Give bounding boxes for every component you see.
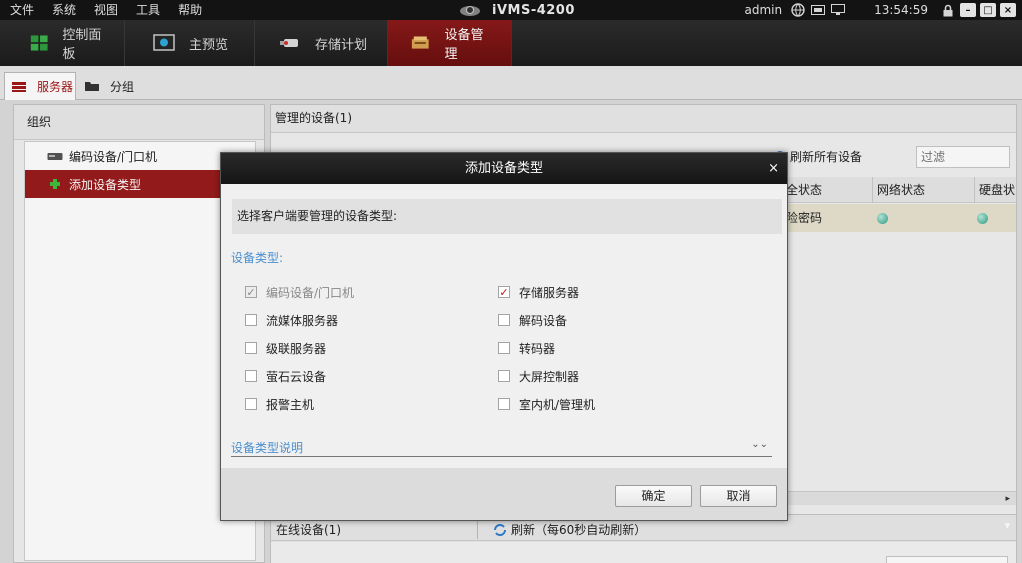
checkbox-checked[interactable]: ✓ xyxy=(498,286,510,298)
option-label: 流媒体服务器 xyxy=(266,313,339,328)
device-type-section-title: 设备类型: xyxy=(231,251,284,265)
checkbox[interactable] xyxy=(245,342,257,354)
checkbox[interactable] xyxy=(498,370,510,382)
option-label: 编码设备/门口机 xyxy=(266,285,355,300)
option-video-wall-controller[interactable]: 大屏控制器 xyxy=(498,368,579,384)
option-streaming-server[interactable]: 流媒体服务器 xyxy=(245,312,338,328)
checkbox[interactable] xyxy=(245,314,257,326)
checkbox[interactable] xyxy=(498,342,510,354)
option-cascade-server[interactable]: 级联服务器 xyxy=(245,340,326,356)
dialog-title: 添加设备类型 xyxy=(464,161,543,176)
option-decoding-device[interactable]: 解码设备 xyxy=(498,312,567,328)
cancel-button[interactable]: 取消 xyxy=(700,485,777,507)
option-label: 室内机/管理机 xyxy=(519,397,596,412)
checkbox[interactable] xyxy=(498,398,510,410)
option-encoding-device[interactable]: ✓ 编码设备/门口机 xyxy=(245,284,354,300)
chevron-double-down-icon[interactable]: ⌄⌄ xyxy=(751,439,768,450)
description-label: 设备类型说明 xyxy=(231,441,304,455)
device-type-description-toggle[interactable]: 设备类型说明 ⌄⌄ xyxy=(231,439,772,457)
option-label: 大屏控制器 xyxy=(519,369,580,384)
checkbox[interactable] xyxy=(245,370,257,382)
option-label: 级联服务器 xyxy=(266,341,327,356)
checkbox-checked[interactable]: ✓ xyxy=(245,286,257,298)
option-transcoder[interactable]: 转码器 xyxy=(498,340,555,356)
option-label: 萤石云设备 xyxy=(266,369,327,384)
dialog-footer: 确定 取消 xyxy=(221,468,787,520)
option-ezviz-cloud-device[interactable]: 萤石云设备 xyxy=(245,368,326,384)
dialog-prompt: 选择客户端要管理的设备类型: xyxy=(232,199,782,234)
option-label: 解码设备 xyxy=(519,313,568,328)
option-alarm-host[interactable]: 报警主机 xyxy=(245,396,314,412)
dialog-titlebar: 添加设备类型 × xyxy=(221,153,787,184)
option-label: 转码器 xyxy=(519,341,556,356)
close-icon[interactable]: × xyxy=(768,153,779,184)
option-label: 报警主机 xyxy=(266,397,315,412)
option-label: 存储服务器 xyxy=(519,285,580,300)
checkbox[interactable] xyxy=(498,314,510,326)
option-storage-server[interactable]: ✓ 存储服务器 xyxy=(498,284,579,300)
ok-button[interactable]: 确定 xyxy=(615,485,692,507)
add-device-type-dialog: 添加设备类型 × 选择客户端要管理的设备类型: 设备类型: ✓ 编码设备/门口机… xyxy=(220,152,788,521)
option-indoor-station[interactable]: 室内机/管理机 xyxy=(498,396,595,412)
checkbox[interactable] xyxy=(245,398,257,410)
